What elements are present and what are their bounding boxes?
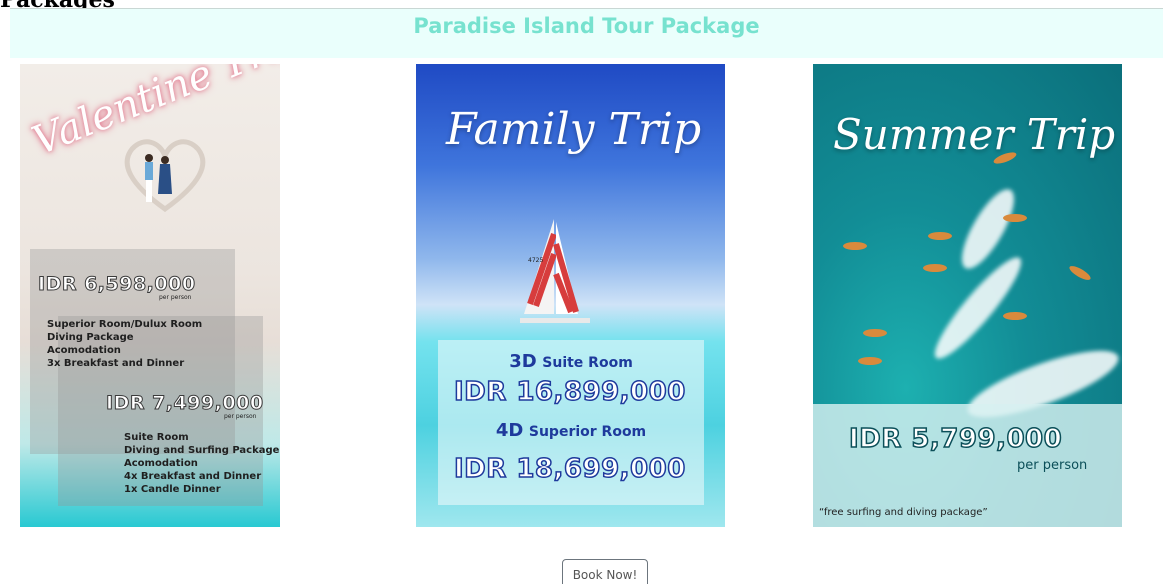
family-script-title: Family Trip bbox=[446, 104, 702, 155]
offer-2-list: Suite Room Diving and Surfing Package Ac… bbox=[124, 431, 279, 496]
summer-script-title: Summer Trip bbox=[833, 110, 1116, 159]
surfer-icon bbox=[1003, 214, 1027, 222]
offer-2-item: 1x Candle Dinner bbox=[124, 484, 221, 495]
title-bar: Paradise Island Tour Package bbox=[10, 8, 1163, 58]
summer-price: IDR 5,799,000 bbox=[848, 423, 1063, 455]
offer-4d-label: 4D Superior Room bbox=[438, 420, 704, 441]
offer-1-price: IDR 6,598,000 bbox=[38, 273, 196, 296]
offer-3d-price: IDR 16,899,000 bbox=[453, 376, 686, 408]
family-trip-poster: Family Trip 4725 3D Suite Room IDR 16,89… bbox=[416, 64, 725, 527]
offer-1-item: 3x Breakfast and Dinner bbox=[47, 358, 185, 369]
summer-note: “free surfing and diving package” bbox=[819, 507, 988, 518]
clipped-heading: Packages bbox=[0, 0, 200, 8]
offer-2-per: per person bbox=[224, 413, 257, 420]
surfer-icon bbox=[863, 329, 887, 337]
sailboat-icon: 4725 bbox=[520, 219, 590, 323]
sail-number-label: 4725 bbox=[528, 257, 543, 264]
offer-2-item: Acomodation bbox=[124, 458, 198, 469]
surfer-icon bbox=[858, 357, 882, 365]
summer-trip-poster: Summer Trip IDR 5,799,000 per person “fr… bbox=[813, 64, 1122, 527]
surfer-icon bbox=[923, 264, 947, 272]
surfer-icon bbox=[1067, 263, 1093, 283]
offer-2-item: 4x Breakfast and Dinner bbox=[124, 471, 262, 482]
surfer-icon bbox=[928, 232, 952, 240]
offer-2-item: Suite Room bbox=[124, 432, 189, 443]
couple-icon bbox=[145, 154, 172, 202]
offer-1-item: Diving Package bbox=[47, 332, 134, 343]
offer-2-price: IDR 7,499,000 bbox=[106, 392, 264, 415]
page: Packages Paradise Island Tour Package Va… bbox=[0, 0, 1173, 584]
surfer-icon bbox=[1003, 312, 1027, 320]
offer-4d-num: 4D bbox=[495, 420, 524, 441]
summer-per: per person bbox=[1017, 458, 1088, 473]
offer-1-item: Superior Room/Dulux Room bbox=[47, 319, 203, 330]
offer-3d-num: 3D bbox=[509, 351, 537, 372]
offer-4d-room: Superior Room bbox=[528, 424, 647, 440]
offer-2-item: Diving and Surfing Package bbox=[124, 445, 280, 456]
offer-4d-price: IDR 18,699,000 bbox=[453, 453, 686, 485]
book-now-button[interactable]: Book Now! bbox=[562, 559, 648, 584]
surfer-icon bbox=[843, 242, 867, 250]
offer-1-list: Superior Room/Dulux Room Diving Package … bbox=[47, 318, 202, 370]
offer-1-item: Acomodation bbox=[47, 345, 121, 356]
offer-3d-label: 3D Suite Room bbox=[438, 351, 704, 372]
valentine-trip-poster: Valentine Trip IDR 6,598,000 per person … bbox=[20, 64, 280, 527]
offer-1-per: per person bbox=[159, 294, 192, 301]
offer-3d-room: Suite Room bbox=[542, 355, 633, 371]
page-title: Paradise Island Tour Package bbox=[413, 14, 760, 38]
